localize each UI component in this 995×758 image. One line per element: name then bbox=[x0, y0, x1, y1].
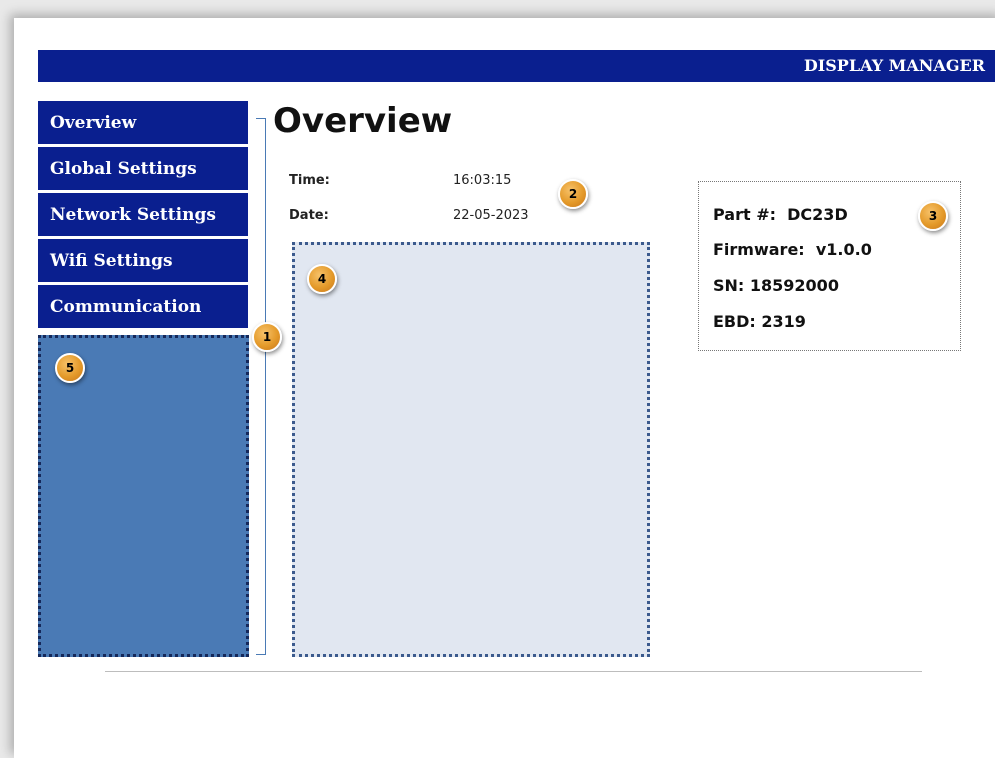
callout-badge-3: 3 bbox=[918, 201, 948, 231]
sidebar-nav: Overview Global Settings Network Setting… bbox=[38, 101, 248, 331]
navigation-bracket bbox=[256, 118, 266, 655]
part-number: Part #: DC23D bbox=[713, 205, 848, 224]
nav-item-wifi-settings[interactable]: Wifi Settings bbox=[38, 239, 248, 282]
callout-badge-5: 5 bbox=[55, 353, 85, 383]
time-value: 16:03:15 bbox=[453, 173, 512, 188]
callout-badge-1: 1 bbox=[252, 322, 282, 352]
serial-number: SN: 18592000 bbox=[713, 276, 839, 295]
header-bar: DISPLAY MANAGER bbox=[38, 50, 995, 82]
date-value: 22-05-2023 bbox=[453, 208, 529, 223]
callout-badge-2: 2 bbox=[558, 179, 588, 209]
time-label: Time: bbox=[289, 173, 330, 188]
main-content-area bbox=[292, 242, 650, 657]
firmware-version: Firmware: v1.0.0 bbox=[713, 240, 872, 259]
footer-divider bbox=[105, 671, 922, 672]
nav-item-communication[interactable]: Communication bbox=[38, 285, 248, 328]
app-title: DISPLAY MANAGER bbox=[803, 56, 985, 75]
nav-item-overview[interactable]: Overview bbox=[38, 101, 248, 144]
callout-badge-4: 4 bbox=[307, 264, 337, 294]
ebd-code: EBD: 2319 bbox=[713, 312, 806, 331]
nav-item-network-settings[interactable]: Network Settings bbox=[38, 193, 248, 236]
page-title: Overview bbox=[273, 101, 453, 141]
nav-item-global-settings[interactable]: Global Settings bbox=[38, 147, 248, 190]
date-label: Date: bbox=[289, 208, 329, 223]
sidebar-extension-area bbox=[38, 335, 249, 657]
